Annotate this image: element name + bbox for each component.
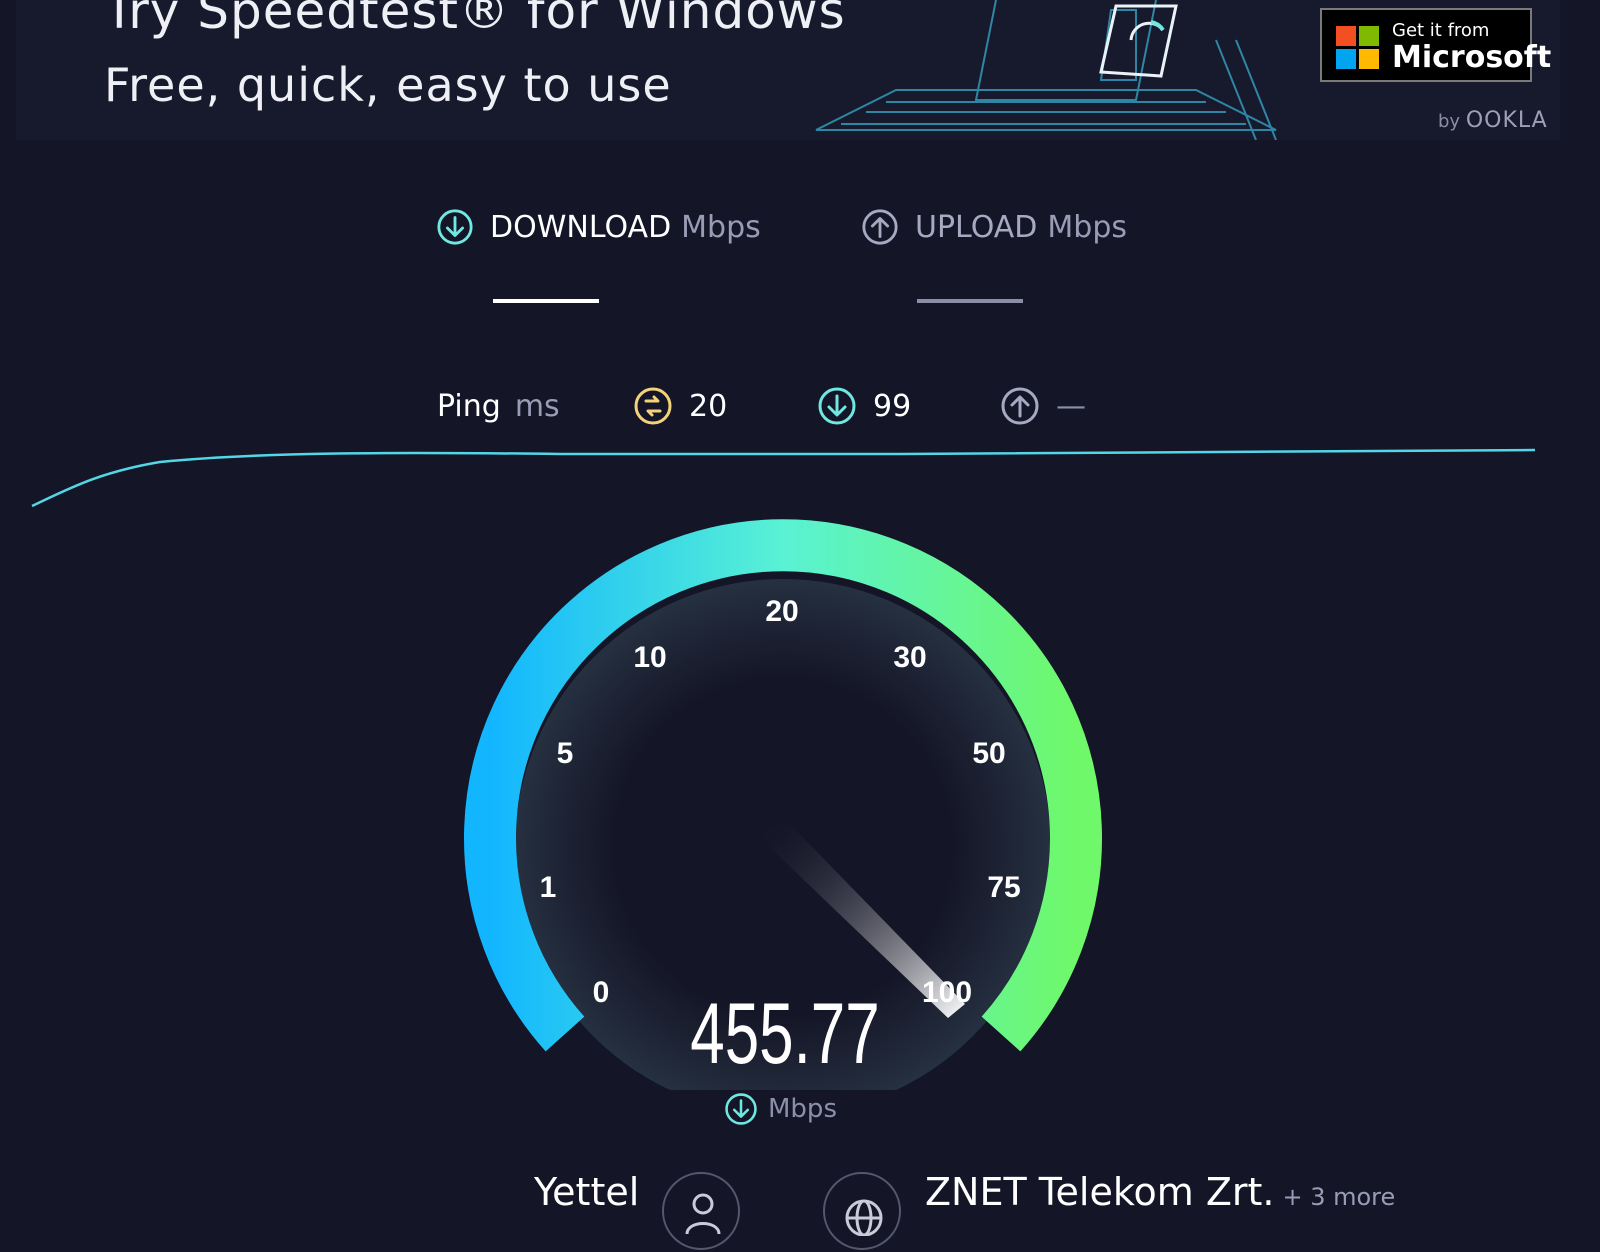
download-tab-indicator bbox=[493, 299, 599, 303]
ping-upload-value: — bbox=[1056, 388, 1086, 424]
ping-download-value: 99 bbox=[873, 388, 912, 424]
server-button[interactable] bbox=[823, 1172, 901, 1250]
arrow-down-circle-icon bbox=[437, 209, 473, 245]
gauge-tick: 100 bbox=[922, 976, 972, 1009]
banner-title: Try Speedtest® for Windows bbox=[104, 0, 846, 40]
ping-idle-value: 20 bbox=[689, 388, 728, 424]
ping-label: Ping ms bbox=[437, 384, 560, 428]
download-label: DOWNLOAD bbox=[490, 209, 672, 245]
gauge-tick: 1 bbox=[540, 871, 557, 904]
laptop-illustration-icon bbox=[815, 0, 1277, 140]
download-unit: Mbps bbox=[681, 209, 761, 245]
banner-subtitle: Free, quick, easy to use bbox=[104, 58, 672, 112]
more-servers-link[interactable]: + 3 more bbox=[1282, 1183, 1395, 1211]
arrow-up-circle-icon bbox=[862, 209, 898, 245]
server-name[interactable]: ZNET Telekom Zrt. bbox=[925, 1170, 1274, 1214]
speed-unit: Mbps bbox=[724, 1092, 837, 1126]
arrow-up-circle-icon bbox=[1001, 387, 1039, 425]
arrow-down-circle-icon bbox=[818, 387, 856, 425]
gauge-tick: 20 bbox=[765, 595, 798, 628]
by-text: by bbox=[1438, 111, 1461, 132]
ping-text: Ping bbox=[437, 388, 501, 424]
speed-unit-label: Mbps bbox=[768, 1094, 837, 1124]
globe-icon bbox=[845, 1199, 883, 1236]
ping-upload: — bbox=[1000, 384, 1086, 428]
gauge-tick: 30 bbox=[893, 641, 926, 674]
upload-tab-indicator bbox=[917, 299, 1023, 303]
gauge-tick: 5 bbox=[557, 737, 574, 770]
upload-unit: Mbps bbox=[1047, 209, 1128, 245]
user-icon bbox=[685, 1193, 721, 1235]
badge-line-2: Microsoft bbox=[1392, 40, 1552, 75]
provider-button[interactable] bbox=[662, 1172, 740, 1250]
gauge-tick: 50 bbox=[972, 737, 1005, 770]
microsoft-store-badge[interactable]: Get it from Microsoft bbox=[1320, 8, 1551, 82]
promo-banner[interactable]: Try Speedtest® for Windows Free, quick, … bbox=[16, 0, 1560, 140]
badge-line-1: Get it from bbox=[1392, 20, 1490, 41]
gauge-tick: 75 bbox=[987, 871, 1020, 904]
ping-idle: 20 bbox=[633, 384, 727, 428]
ping-unit: ms bbox=[514, 388, 560, 424]
gauge-tick: 0 bbox=[593, 976, 610, 1009]
ookla-byline: by OOKLA bbox=[1438, 108, 1548, 133]
server-info: ZNET Telekom Zrt. + 3 more bbox=[925, 1170, 1395, 1214]
ping-circle-icon bbox=[634, 387, 672, 425]
provider-name: Yettel bbox=[534, 1170, 640, 1214]
arrow-down-circle-icon bbox=[725, 1093, 757, 1125]
ookla-logo: OOKLA bbox=[1465, 108, 1548, 133]
microsoft-logo-icon bbox=[1336, 26, 1379, 69]
download-tab[interactable]: DOWNLOAD Mbps bbox=[436, 205, 761, 249]
upload-tab[interactable]: UPLOAD Mbps bbox=[861, 205, 1127, 249]
upload-label: UPLOAD bbox=[915, 209, 1038, 245]
speed-graph bbox=[31, 448, 1536, 508]
gauge-tick: 10 bbox=[633, 641, 666, 674]
ping-download: 99 bbox=[817, 384, 911, 428]
speed-reading: 455.77 bbox=[690, 986, 880, 1082]
